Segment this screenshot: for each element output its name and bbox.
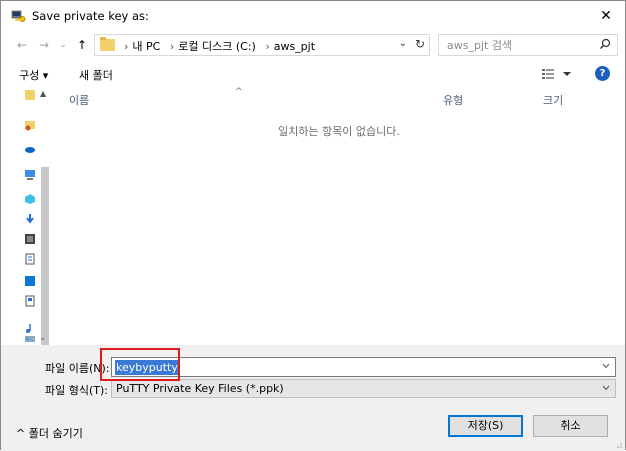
file-list[interactable]: ^ 이름 유형 크기 일치하는 항목이 없습니다. [53, 87, 625, 345]
address-bar[interactable]: › 내 PC › 로컬 디스크 (C:) › aws_pjt ⌄ ↻ [94, 34, 430, 56]
command-bar: 구성 ▾ 새 폴더 ? [1, 61, 625, 87]
breadcrumb-separator: › [265, 40, 270, 53]
search-icon[interactable] [599, 38, 611, 50]
folder-icon [100, 37, 115, 51]
view-options-icon[interactable] [541, 66, 577, 82]
forward-button[interactable]: → [35, 35, 53, 55]
resize-grip-icon[interactable] [613, 439, 623, 449]
organize-button[interactable]: 구성 ▾ [19, 67, 48, 83]
cancel-button[interactable]: 취소 [533, 415, 608, 437]
filename-history-dropdown-icon[interactable] [602, 362, 610, 370]
breadcrumb-local-disk[interactable]: 로컬 디스크 (C:) [178, 40, 256, 53]
column-header-name[interactable]: 이름 [69, 92, 89, 108]
pictures-icon[interactable] [24, 295, 36, 307]
save-options-panel: 파일 이름(N): keybyputty 파일 형식(T): PuTTY Pri… [1, 345, 625, 451]
shared-folder-icon[interactable] [24, 119, 36, 131]
new-folder-button[interactable]: 새 폴더 [79, 67, 113, 83]
breadcrumb-aws-pjt[interactable]: aws_pjt [274, 40, 315, 53]
recent-locations-button[interactable]: ⌄ [54, 35, 72, 55]
save-dialog: Save private key as: ✕ ← → ⌄ ↑ › 내 PC › 로컬… [0, 0, 626, 451]
search-input[interactable] [447, 38, 587, 53]
downloads-icon[interactable] [24, 213, 36, 225]
title-bar: Save private key as: ✕ [1, 1, 625, 31]
column-header-type[interactable]: 유형 [443, 92, 463, 108]
close-button[interactable]: ✕ [587, 1, 625, 31]
navigation-pane-scrollbar[interactable]: ▲ ⌄ [39, 87, 51, 345]
filetype-dropdown-icon[interactable] [602, 384, 610, 392]
quick-access-icon[interactable] [24, 89, 36, 101]
breadcrumb-this-pc[interactable]: 내 PC [132, 40, 160, 53]
search-box[interactable] [438, 34, 618, 56]
window-title: Save private key as: [32, 9, 149, 23]
filetype-select[interactable]: PuTTY Private Key Files (*.ppk) [111, 379, 616, 398]
save-button[interactable]: 저장(S) [448, 415, 523, 437]
filename-field[interactable]: keybyputty [111, 357, 616, 377]
3d-objects-icon[interactable] [24, 193, 36, 205]
breadcrumb: › 내 PC › 로컬 디스크 (C:) › aws_pjt [120, 38, 317, 54]
putty-key-icon [11, 10, 26, 22]
breadcrumb-separator: › [124, 40, 129, 53]
local-disk-icon[interactable] [24, 333, 36, 345]
column-header-size[interactable]: 크기 [543, 92, 563, 108]
this-pc-icon[interactable] [24, 169, 36, 181]
documents-icon[interactable] [24, 253, 36, 265]
refresh-icon[interactable]: ↻ [415, 37, 425, 51]
videos-icon[interactable] [24, 233, 36, 245]
scroll-down-icon[interactable]: ⌄ [39, 333, 47, 343]
breadcrumb-separator: › [169, 40, 175, 53]
help-icon[interactable]: ? [595, 66, 610, 81]
scrollbar-thumb[interactable] [41, 167, 49, 345]
filetype-label: 파일 형식(T): [45, 384, 108, 397]
up-button[interactable]: ↑ [73, 35, 91, 55]
back-button[interactable]: ← [13, 35, 31, 55]
onedrive-icon[interactable] [24, 143, 36, 155]
hide-folders-button[interactable]: ^ 폴더 숨기기 [16, 425, 83, 441]
sort-arrow-icon: ^ [235, 87, 243, 97]
filetype-value[interactable]: PuTTY Private Key Files (*.ppk) [116, 382, 284, 395]
scroll-up-icon[interactable]: ▲ [40, 89, 46, 98]
address-dropdown-icon[interactable]: ⌄ [399, 38, 407, 49]
empty-folder-message: 일치하는 항목이 없습니다. [278, 125, 400, 138]
filename-highlight-box [100, 348, 180, 381]
desktop-icon[interactable] [24, 275, 36, 287]
